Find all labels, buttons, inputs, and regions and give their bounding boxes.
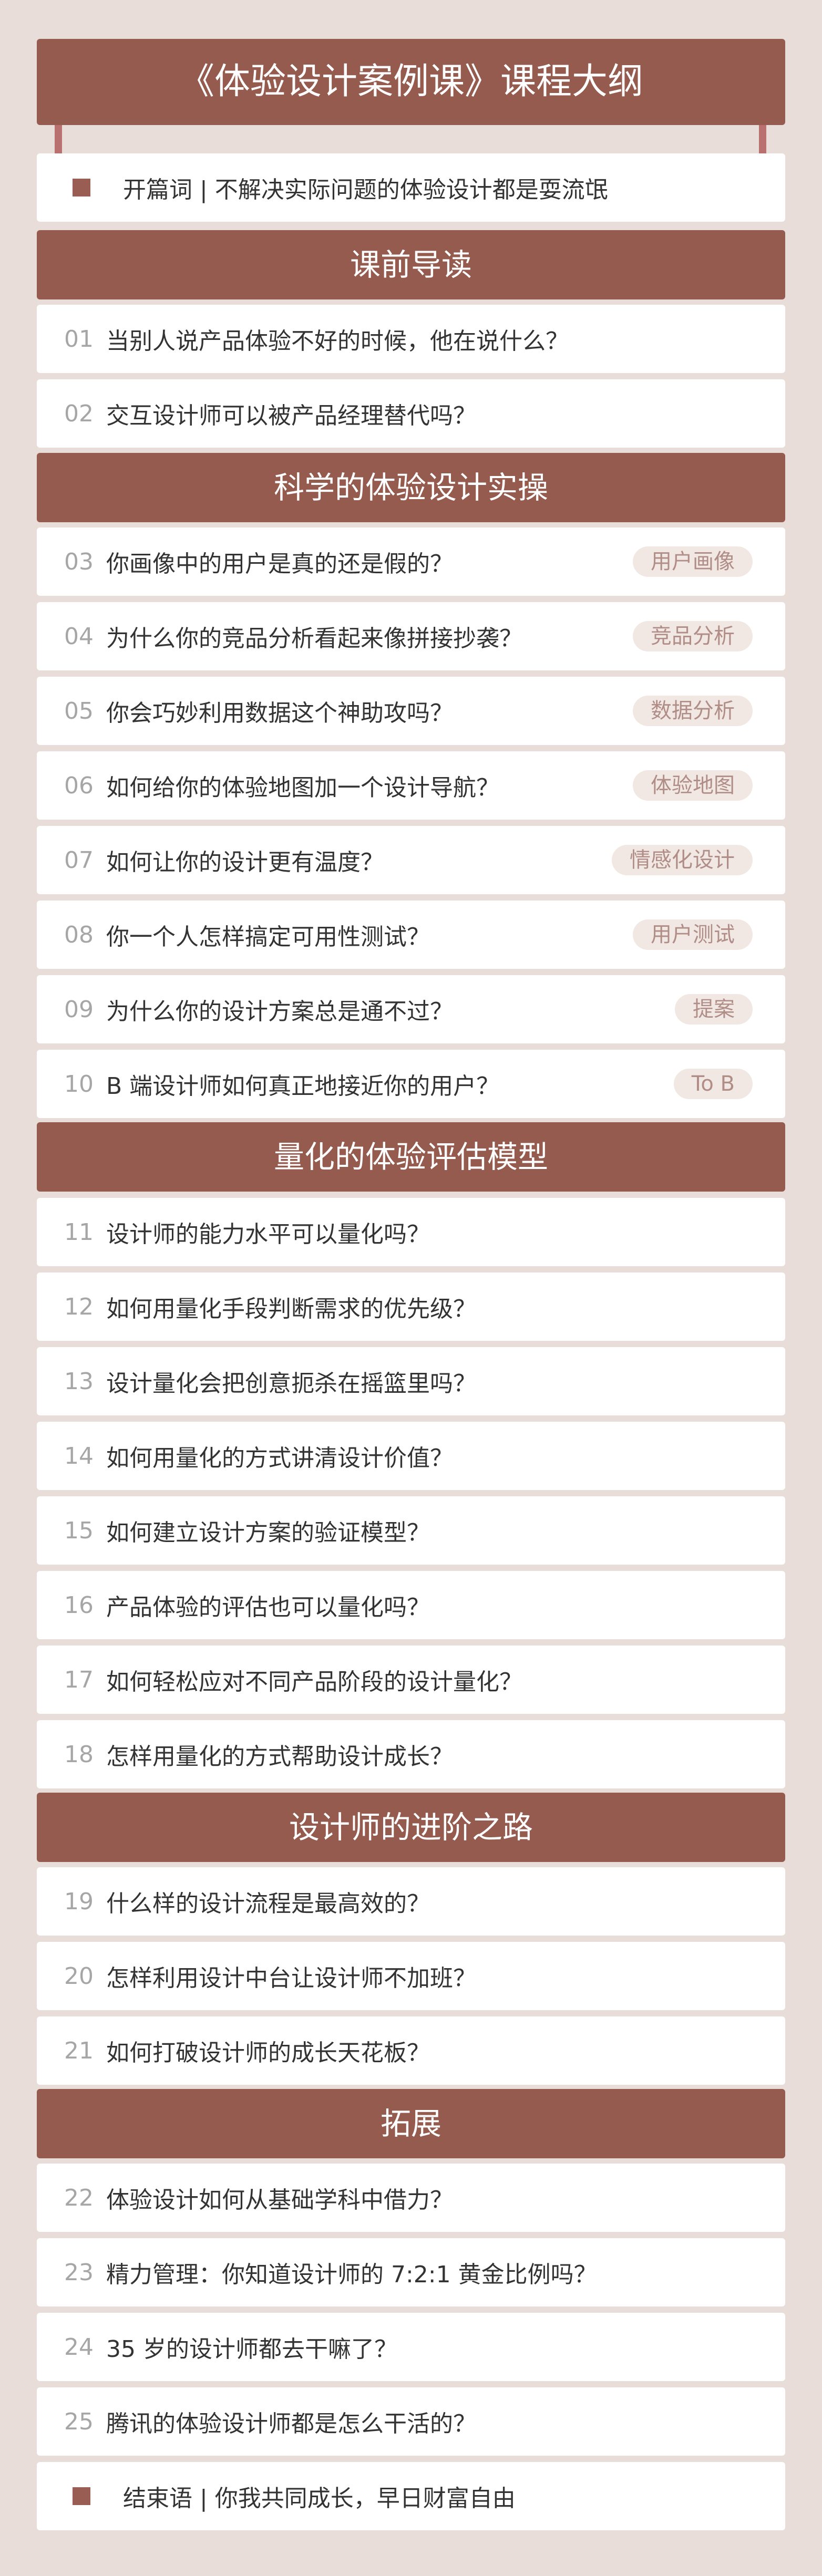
lesson-title: 为什么你的设计方案总是通不过？ [106,998,453,1025]
lesson-title: 如何打破设计师的成长天花板？ [106,2040,430,2066]
lesson-row[interactable]: 21 如何打破设计师的成长天花板？ [37,2016,785,2085]
topic-tag: 用户画像 [633,546,753,577]
lesson-number: 25 [64,2408,94,2435]
lesson-number: 06 [64,772,94,799]
lesson-title: 如何轻松应对不同产品阶段的设计量化？ [106,1669,522,1695]
lesson-title: 体验设计如何从基础学科中借力？ [106,2187,453,2213]
lesson-title: 你会巧妙利用数据这个神助攻吗？ [106,700,453,727]
lesson-number: 17 [64,1666,94,1693]
topic-tag: To B [673,1069,753,1099]
lesson-number: 10 [64,1070,94,1098]
intro-row[interactable]: 开篇词 | 不解决实际问题的体验设计都是耍流氓 [37,153,785,222]
section-header: 量化的体验评估模型 [37,1122,785,1192]
lesson-number: 16 [64,1591,94,1619]
lesson-title: 如何用量化的方式讲清设计价值？ [106,1445,453,1472]
lesson-number: 21 [64,2037,94,2064]
lesson-title: 什么样的设计流程是最高效的？ [106,1890,430,1917]
lesson-row[interactable]: 25 腾讯的体验设计师都是怎么干活的？ [37,2387,785,2456]
topic-tag: 体验地图 [633,770,753,801]
lesson-row[interactable]: 18 怎样用量化的方式帮助设计成长？ [37,1720,785,1788]
lesson-number: 15 [64,1517,94,1544]
lesson-number: 03 [64,548,94,575]
lesson-title: 如何给你的体验地图加一个设计导航？ [106,774,499,801]
topic-tag: 数据分析 [633,696,753,726]
lesson-row[interactable]: 19 什么样的设计流程是最高效的？ [37,1867,785,1936]
lesson-number: 14 [64,1442,94,1470]
section-header: 课前导读 [37,230,785,299]
bullet-square-icon [73,179,90,196]
lesson-title: B 端设计师如何真正地接近你的用户？ [106,1073,500,1100]
lesson-number: 02 [64,400,94,427]
page-title: 《体验设计案例课》课程大纲 [37,39,785,125]
lesson-title: 产品体验的评估也可以量化吗？ [106,1594,430,1621]
lesson-number: 07 [64,846,94,874]
lesson-row[interactable]: 13 设计量化会把创意扼杀在摇篮里吗？ [37,1347,785,1415]
lesson-number: 18 [64,1741,94,1768]
section-header: 科学的体验设计实操 [37,453,785,522]
lesson-title: 你一个人怎样搞定可用性测试？ [106,924,430,950]
course-outline-page: 《体验设计案例课》课程大纲 开篇词 | 不解决实际问题的体验设计都是耍流氓 课前… [0,0,822,2576]
lesson-number: 04 [64,623,94,650]
lesson-number: 20 [64,1962,94,1990]
lesson-row[interactable]: 20 怎样利用设计中台让设计师不加班？ [37,1942,785,2010]
lesson-title: 设计量化会把创意扼杀在摇篮里吗？ [106,1370,476,1397]
section-header: 设计师的进阶之路 [37,1793,785,1862]
lesson-title: 腾讯的体验设计师都是怎么干活的？ [106,2411,476,2437]
lesson-number: 22 [64,2184,94,2211]
lesson-number: 19 [64,1888,94,1915]
lesson-title: 你画像中的用户是真的还是假的？ [106,551,453,577]
lesson-number: 13 [64,1368,94,1395]
lesson-title: 怎样利用设计中台让设计师不加班？ [106,1965,476,1992]
outro-text: 结束语 | 你我共同成长，早日财富自由 [123,2485,516,2512]
lesson-row[interactable]: 04 为什么你的竞品分析看起来像拼接抄袭？ 竞品分析 [37,602,785,670]
lesson-row[interactable]: 06 如何给你的体验地图加一个设计导航？ 体验地图 [37,751,785,820]
lesson-row[interactable]: 09 为什么你的设计方案总是通不过？ 提案 [37,975,785,1043]
lesson-row[interactable]: 11 设计师的能力水平可以量化吗？ [37,1198,785,1266]
intro-text: 开篇词 | 不解决实际问题的体验设计都是耍流氓 [123,177,608,203]
lesson-row[interactable]: 22 体验设计如何从基础学科中借力？ [37,2164,785,2232]
lesson-row[interactable]: 01 当别人说产品体验不好的时候，他在说什么？ [37,305,785,373]
lesson-title: 如何用量化手段判断需求的优先级？ [106,1296,476,1322]
bullet-square-icon [73,2487,90,2505]
lesson-row[interactable]: 16 产品体验的评估也可以量化吗？ [37,1571,785,1639]
lesson-row[interactable]: 12 如何用量化手段判断需求的优先级？ [37,1273,785,1341]
topic-tag: 情感化设计 [612,845,753,875]
lesson-row[interactable]: 07 如何让你的设计更有温度？ 情感化设计 [37,826,785,894]
lesson-title: 35 岁的设计师都去干嘛了？ [106,2336,397,2363]
lesson-row[interactable]: 24 35 岁的设计师都去干嘛了？ [37,2313,785,2381]
lesson-title: 如何建立设计方案的验证模型？ [106,1519,430,1546]
lesson-number: 01 [64,325,94,353]
lesson-number: 11 [64,1218,94,1246]
lesson-number: 23 [64,2259,94,2286]
lesson-row[interactable]: 08 你一个人怎样搞定可用性测试？ 用户测试 [37,901,785,969]
section-header: 拓展 [37,2089,785,2158]
lesson-number: 08 [64,921,94,948]
lesson-row[interactable]: 23 精力管理：你知道设计师的 7:2:1 黄金比例吗？ [37,2238,785,2306]
lesson-number: 09 [64,996,94,1023]
lesson-title: 为什么你的竞品分析看起来像拼接抄袭？ [106,625,522,652]
outro-row[interactable]: 结束语 | 你我共同成长，早日财富自由 [37,2462,785,2530]
lesson-title: 怎样用量化的方式帮助设计成长？ [106,1743,453,1770]
lesson-title: 设计师的能力水平可以量化吗？ [106,1221,430,1248]
lesson-row[interactable]: 05 你会巧妙利用数据这个神助攻吗？ 数据分析 [37,677,785,745]
lesson-row[interactable]: 10 B 端设计师如何真正地接近你的用户？ To B [37,1050,785,1118]
lesson-title: 当别人说产品体验不好的时候，他在说什么？ [106,328,569,355]
lesson-title: 精力管理：你知道设计师的 7:2:1 黄金比例吗？ [106,2261,597,2288]
lesson-row[interactable]: 02 交互设计师可以被产品经理替代吗？ [37,379,785,448]
lesson-number: 24 [64,2333,94,2361]
lesson-number: 05 [64,697,94,725]
topic-tag: 提案 [675,994,753,1025]
topic-tag: 竞品分析 [633,621,753,651]
lesson-row[interactable]: 15 如何建立设计方案的验证模型？ [37,1496,785,1565]
lesson-row[interactable]: 17 如何轻松应对不同产品阶段的设计量化？ [37,1646,785,1714]
lesson-row[interactable]: 14 如何用量化的方式讲清设计价值？ [37,1422,785,1490]
lesson-row[interactable]: 03 你画像中的用户是真的还是假的？ 用户画像 [37,527,785,596]
lesson-number: 12 [64,1293,94,1320]
topic-tag: 用户测试 [633,919,753,950]
lesson-title: 交互设计师可以被产品经理替代吗？ [106,402,476,429]
lesson-title: 如何让你的设计更有温度？ [106,849,384,876]
